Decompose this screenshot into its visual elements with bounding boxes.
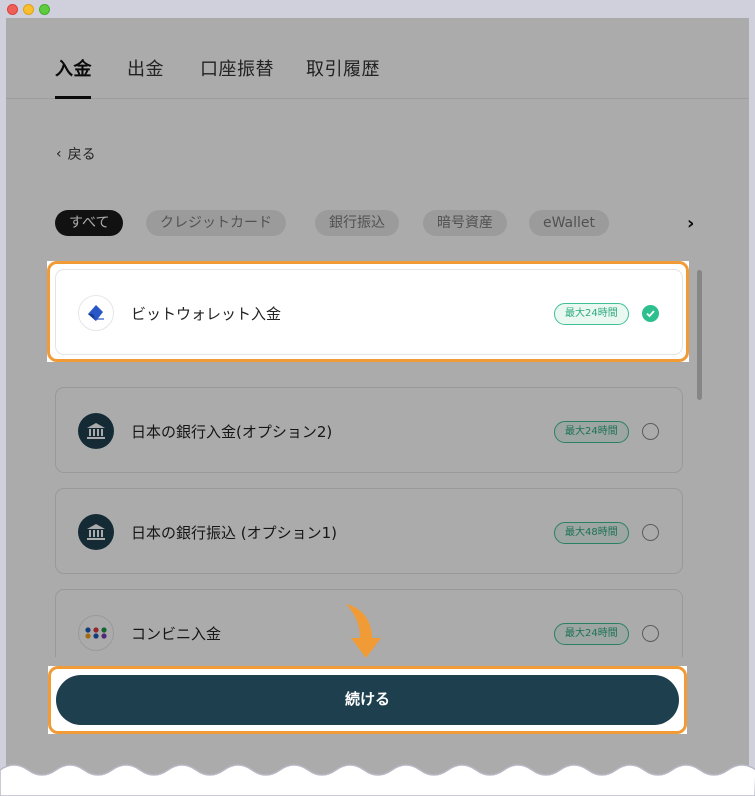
window-titlebar (0, 0, 755, 18)
arrow-down-icon (346, 604, 381, 658)
minimize-window-button[interactable] (23, 4, 34, 15)
dim-overlay (689, 261, 749, 362)
deposit-page: 入金 出金 口座振替 取引履歴 ‹ 戻る すべて クレジットカード 銀行振込 暗… (6, 18, 749, 796)
maximize-window-button[interactable] (39, 4, 50, 15)
dim-overlay (6, 18, 749, 261)
torn-edge-decoration (0, 764, 755, 796)
selected-method-highlight (47, 261, 689, 362)
dim-overlay (6, 261, 47, 362)
dim-overlay (6, 666, 48, 734)
continue-button-highlight (48, 666, 687, 734)
close-window-button[interactable] (7, 4, 18, 15)
app-window: 入金 出金 口座振替 取引履歴 ‹ 戻る すべて クレジットカード 銀行振込 暗… (0, 0, 755, 796)
dim-overlay (687, 666, 749, 734)
